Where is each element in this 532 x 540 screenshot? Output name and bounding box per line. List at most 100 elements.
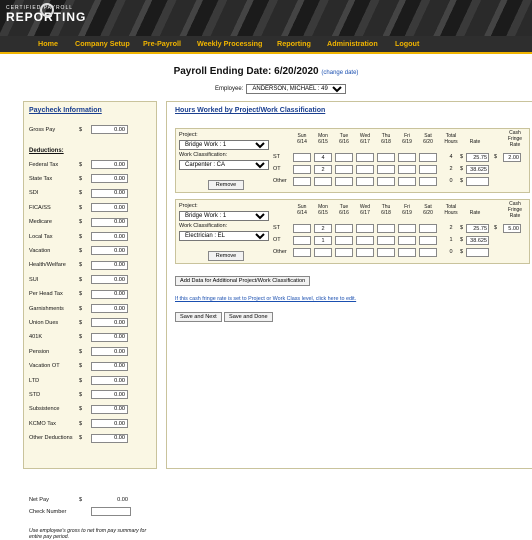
deduction-input[interactable] <box>91 160 128 169</box>
project-select[interactable]: Bridge Work : 1 <box>179 140 269 150</box>
hours-cell[interactable]: 2 <box>314 224 332 233</box>
gross-pay-input[interactable] <box>91 125 128 134</box>
rate-input[interactable]: 25.75 <box>466 153 489 162</box>
hours-cell[interactable] <box>419 248 437 257</box>
hours-cell[interactable] <box>419 224 437 233</box>
hours-cell[interactable] <box>293 236 311 245</box>
hours-cell[interactable] <box>377 248 395 257</box>
nav-logout[interactable]: Logout <box>395 39 419 48</box>
deduction-input[interactable] <box>91 174 128 184</box>
hours-cell[interactable] <box>398 165 416 174</box>
deduction-input[interactable] <box>91 404 128 414</box>
paycheck-panel: Paycheck Information Gross Pay $ Deducti… <box>23 101 157 540</box>
currency-symbol: $ <box>79 391 83 398</box>
nav-weekly-processing[interactable]: Weekly Processing <box>197 39 262 48</box>
save-done-button[interactable]: Save and Done <box>224 312 273 322</box>
hours-cell[interactable] <box>314 177 332 186</box>
fringe-rate-input[interactable]: 5.00 <box>503 224 521 233</box>
classification-select[interactable]: Electrician : EL <box>179 231 269 241</box>
deduction-input[interactable] <box>91 318 128 328</box>
save-next-button[interactable]: Save and Next <box>175 312 222 322</box>
employee-select[interactable]: ANDERSON, MICHAEL : 49 <box>246 84 347 94</box>
change-date-link[interactable]: (change date) <box>321 70 358 76</box>
deduction-input[interactable] <box>91 289 128 299</box>
deduction-input[interactable] <box>91 232 128 241</box>
hours-cell[interactable] <box>398 248 416 257</box>
nav-pre-payroll[interactable]: Pre-Payroll <box>143 39 181 48</box>
hours-cell[interactable] <box>335 248 353 257</box>
fringe-rate-input[interactable]: 2.00 <box>503 153 521 162</box>
hours-cell[interactable] <box>293 153 311 162</box>
deduction-input[interactable] <box>91 304 128 313</box>
deduction-input[interactable] <box>91 419 128 429</box>
deduction-label: Union Dues <box>29 319 59 326</box>
rate-input[interactable] <box>466 248 489 257</box>
hours-cell[interactable] <box>314 248 332 257</box>
hours-cell[interactable]: 2 <box>314 165 332 174</box>
deduction-input[interactable] <box>91 188 128 198</box>
deduction-input[interactable] <box>91 217 128 227</box>
check-number-input[interactable] <box>91 507 131 516</box>
rate-input[interactable]: 38.625 <box>466 236 489 245</box>
hours-cell[interactable] <box>377 224 395 233</box>
nav-reporting[interactable]: Reporting <box>277 39 311 48</box>
hours-cell[interactable] <box>335 236 353 245</box>
currency-symbol: $ <box>79 161 83 168</box>
nav-home[interactable]: Home <box>38 39 58 48</box>
hours-cell[interactable] <box>419 177 437 186</box>
deduction-input[interactable] <box>91 376 128 385</box>
hours-cell[interactable] <box>377 177 395 186</box>
hours-cell[interactable] <box>356 153 374 162</box>
rate-input[interactable]: 38.625 <box>466 165 489 174</box>
hours-cell[interactable] <box>293 224 311 233</box>
hours-cell[interactable] <box>377 236 395 245</box>
deduction-input[interactable] <box>91 390 128 400</box>
deduction-input[interactable] <box>91 361 128 371</box>
add-project-button[interactable]: Add Data for Additional Project/Work Cla… <box>175 276 311 286</box>
total-hours-header-line: Hours <box>444 210 458 216</box>
hours-cell[interactable] <box>293 165 311 174</box>
day-header: Thu 6/18 <box>375 133 397 145</box>
deduction-input[interactable] <box>91 332 128 342</box>
hours-cell[interactable]: 4 <box>314 153 332 162</box>
deduction-input[interactable] <box>91 203 128 213</box>
rate-input[interactable] <box>466 177 489 186</box>
project-select[interactable]: Bridge Work : 1 <box>179 211 269 221</box>
hours-cell[interactable] <box>356 165 374 174</box>
hours-cell[interactable] <box>293 177 311 186</box>
hours-cell[interactable] <box>356 248 374 257</box>
rate-input[interactable]: 25.75 <box>466 224 489 233</box>
nav-administration[interactable]: Administration <box>327 39 378 48</box>
hours-cell[interactable] <box>335 153 353 162</box>
deduction-input[interactable] <box>91 433 128 443</box>
fringe-edit-link[interactable]: If this cash fringe rate is set to Proje… <box>175 296 356 302</box>
hours-cell[interactable] <box>293 248 311 257</box>
hours-cell[interactable] <box>335 224 353 233</box>
hours-cell[interactable] <box>377 153 395 162</box>
remove-button[interactable]: Remove <box>208 251 244 261</box>
hours-row-label: Other <box>273 249 287 255</box>
hours-cell[interactable] <box>356 177 374 186</box>
hours-cell[interactable] <box>356 236 374 245</box>
hours-cell[interactable] <box>398 236 416 245</box>
hours-cell[interactable] <box>419 165 437 174</box>
deduction-input[interactable] <box>91 246 128 256</box>
hours-cell[interactable] <box>356 224 374 233</box>
deduction-input[interactable] <box>91 347 128 357</box>
hours-cell[interactable] <box>335 165 353 174</box>
hours-cell[interactable] <box>419 236 437 245</box>
nav-company-setup[interactable]: Company Setup <box>75 39 130 48</box>
hours-cell[interactable] <box>398 177 416 186</box>
hours-cell[interactable]: 1 <box>314 236 332 245</box>
remove-button[interactable]: Remove <box>208 180 244 190</box>
page-title: Payroll Ending Date: 6/20/2020 (change d… <box>0 66 532 77</box>
classification-select[interactable]: Carpenter : CA <box>179 160 269 170</box>
hours-cell[interactable] <box>398 153 416 162</box>
hours-cell[interactable] <box>398 224 416 233</box>
hours-cell[interactable] <box>377 165 395 174</box>
hours-cell[interactable] <box>419 153 437 162</box>
deduction-input[interactable] <box>91 275 128 285</box>
hours-cell[interactable] <box>335 177 353 186</box>
deduction-input[interactable] <box>91 260 128 270</box>
deduction-row: Other Deductions $ <box>29 433 154 444</box>
